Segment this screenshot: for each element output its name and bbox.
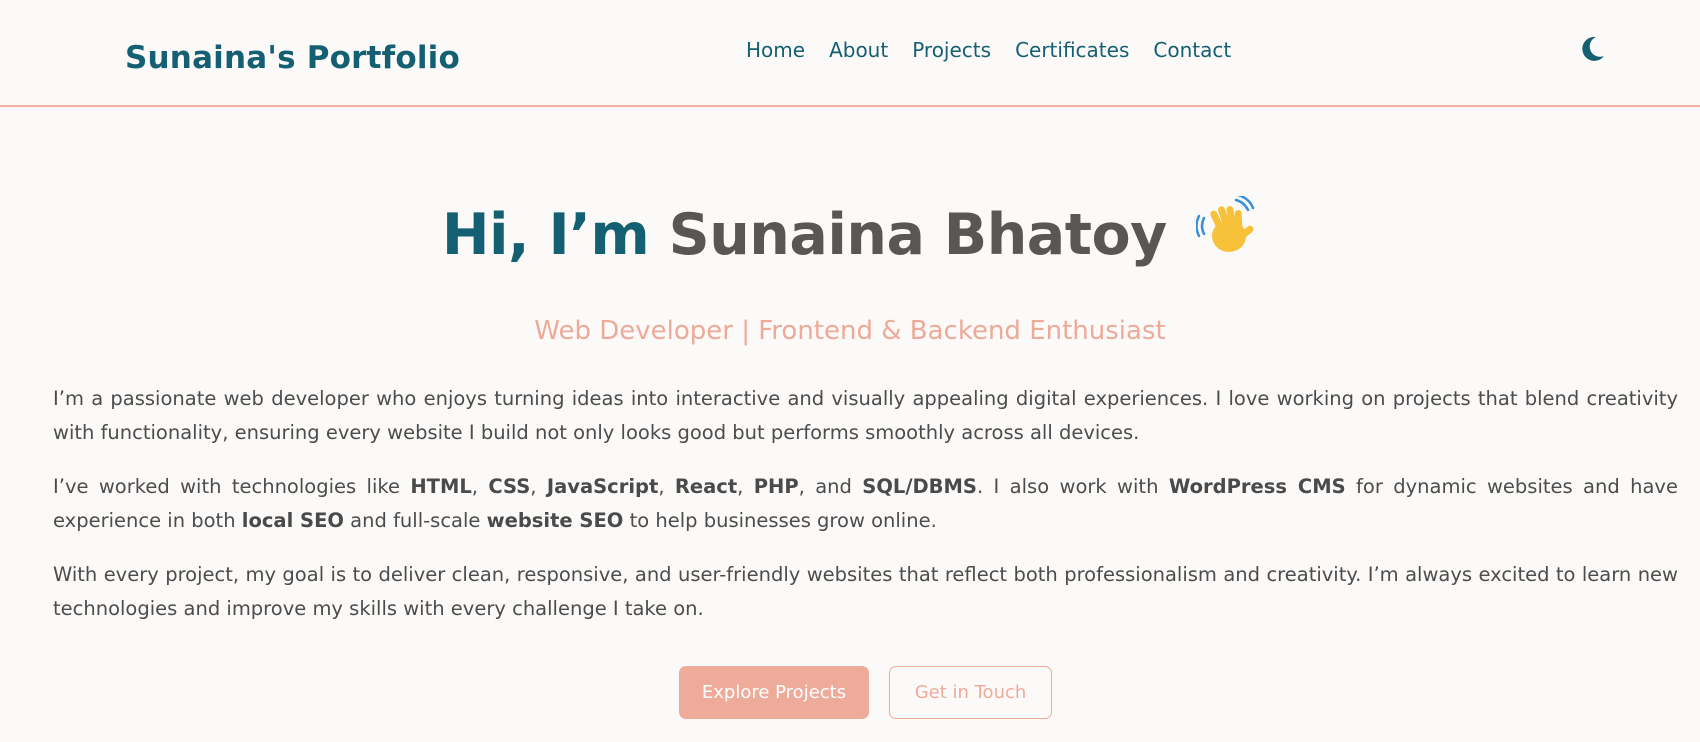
- text: ,: [658, 475, 675, 498]
- explore-projects-button[interactable]: Explore Projects: [679, 666, 869, 719]
- nav-about[interactable]: About: [829, 38, 888, 62]
- skill-php: PHP: [753, 475, 799, 498]
- skill-local-seo: local SEO: [241, 509, 344, 532]
- nav-contact[interactable]: Contact: [1153, 38, 1231, 62]
- hero-subtitle: Web Developer | Frontend & Backend Enthu…: [534, 316, 1166, 346]
- skill-website-seo: website SEO: [486, 509, 624, 532]
- hero-name: Sunaina Bhatoy: [668, 202, 1168, 268]
- site-logo[interactable]: Sunaina's Portfolio: [125, 40, 460, 76]
- theme-toggle-button[interactable]: [1575, 32, 1609, 66]
- text: I’ve worked with technologies like: [53, 475, 411, 498]
- text: , and: [798, 475, 863, 498]
- get-in-touch-button[interactable]: Get in Touch: [889, 666, 1052, 719]
- about-paragraph-2: I’ve worked with technologies like HTML,…: [53, 470, 1678, 538]
- text: ,: [471, 475, 489, 498]
- moon-icon: [1582, 36, 1604, 61]
- skill-react: React: [674, 475, 738, 498]
- nav-certificates[interactable]: Certificates: [1015, 38, 1129, 62]
- skill-wordpress: WordPress CMS: [1168, 475, 1346, 498]
- waving-hand-icon: [1195, 193, 1258, 272]
- text: ,: [530, 475, 547, 498]
- hero-greeting: Hi, I’m: [441, 202, 650, 268]
- nav-projects[interactable]: Projects: [912, 38, 991, 62]
- about-section: I’m a passionate web developer who enjoy…: [53, 382, 1678, 646]
- text: ,: [737, 475, 754, 498]
- site-header: Sunaina's Portfolio Home About Projects …: [0, 0, 1700, 107]
- text: . I also work with: [976, 475, 1169, 498]
- about-paragraph-1: I’m a passionate web developer who enjoy…: [53, 387, 1678, 444]
- main-nav: Home About Projects Certificates Contact: [746, 38, 1231, 62]
- text: to help businesses grow online.: [623, 509, 937, 532]
- text: and full-scale: [343, 509, 487, 532]
- about-paragraph-3: With every project, my goal is to delive…: [53, 563, 1678, 620]
- hero-title: Hi, I’m Sunaina Bhatoy: [0, 193, 1700, 272]
- skill-javascript: JavaScript: [546, 475, 659, 498]
- skill-sql: SQL/DBMS: [862, 475, 977, 498]
- nav-home[interactable]: Home: [746, 38, 805, 62]
- skill-css: CSS: [488, 475, 531, 498]
- skill-html: HTML: [410, 475, 472, 498]
